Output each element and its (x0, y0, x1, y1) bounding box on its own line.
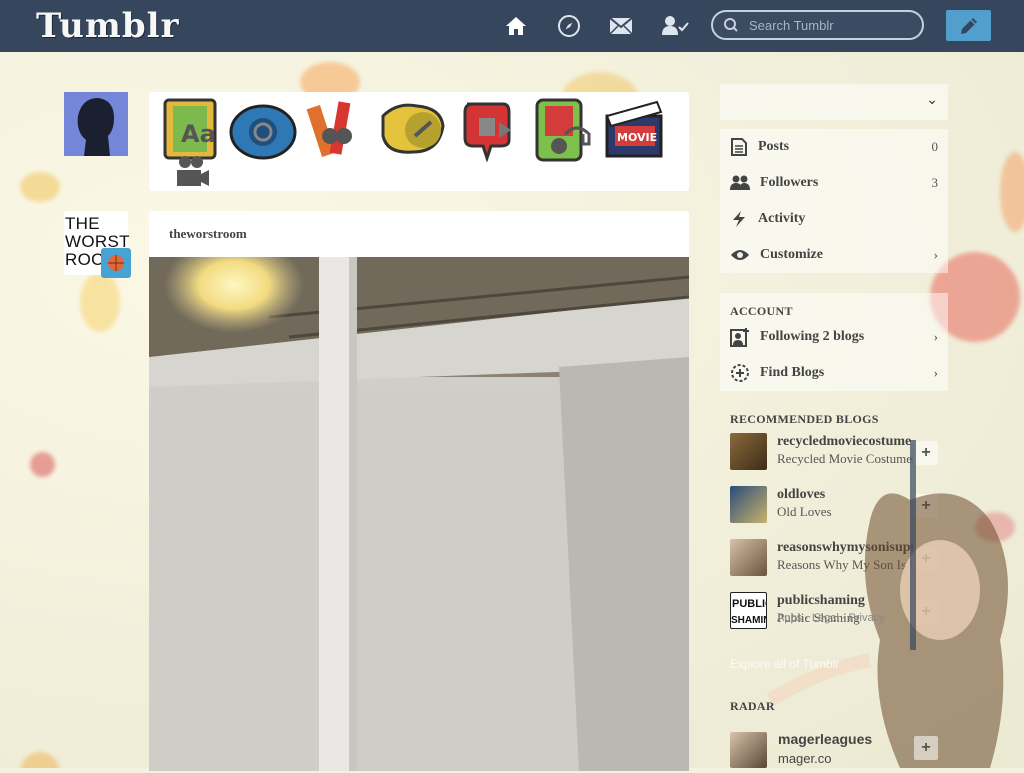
post-photo (149, 257, 689, 771)
chat-post-button[interactable] (457, 96, 521, 163)
sidebar-item-label: Posts (758, 139, 790, 154)
radar-post[interactable]: magerleagues mager.co + (720, 726, 948, 768)
following-icon (730, 328, 749, 347)
basketball-icon (101, 248, 131, 278)
svg-text:MOVIE: MOVIE (617, 131, 657, 144)
account-section: ACCOUNT Following 2 blogs › Find Blogs › (720, 293, 948, 391)
blog-thumbnail (730, 486, 767, 523)
radar-avatar (730, 732, 767, 768)
blog-thumbnail (730, 539, 767, 576)
sidebar-item-following[interactable]: Following 2 blogs › (720, 319, 948, 355)
recommended-blog[interactable]: reasonswhymysonisupset Reasons Why My So… (720, 533, 948, 586)
home-icon[interactable] (504, 14, 528, 38)
explore-link[interactable]: Explore all of Tumblr (730, 657, 839, 671)
radar-blog-name: magerleagues (778, 731, 873, 747)
lightning-icon (733, 211, 745, 227)
post-type-bar: Aa MOVIE (149, 92, 689, 191)
blog-title: Recycled Movie Costumes (777, 451, 913, 466)
follow-button[interactable]: + (914, 600, 938, 624)
blog-thumbnail: PUBLIC SHAMING (730, 592, 767, 629)
video-post-button[interactable]: MOVIE (603, 96, 667, 162)
compass-icon[interactable] (557, 14, 581, 38)
follow-button[interactable]: + (914, 736, 938, 760)
mail-icon[interactable] (609, 14, 633, 38)
followers-count: 3 (931, 175, 939, 190)
blog-name: publicshaming (777, 593, 865, 608)
svg-text:PUBLIC: PUBLIC (732, 598, 767, 610)
sidebar-item-label: Followers (760, 175, 819, 190)
posts-icon (731, 138, 747, 156)
tumblr-logo[interactable]: Tumblr (36, 6, 179, 46)
dashboard-post: theworstroom (149, 211, 689, 771)
posts-count: 0 (931, 139, 939, 154)
chevron-right-icon: › (933, 365, 938, 380)
quote-post-button[interactable] (304, 96, 368, 162)
link-post-button[interactable] (377, 96, 445, 162)
recommended-section: RECOMMENDED BLOGS recycledmoviecostume R… (720, 405, 948, 639)
search-input[interactable] (747, 16, 921, 34)
audio-post-button[interactable] (531, 96, 595, 162)
sidebar-item-activity[interactable]: Activity (720, 201, 948, 237)
follow-button[interactable]: + (914, 441, 938, 465)
follow-button[interactable]: + (914, 494, 938, 518)
photo-post-button[interactable] (229, 96, 297, 162)
follow-button[interactable]: + (914, 547, 938, 571)
blog-selector[interactable]: ⌄ (720, 84, 948, 120)
blog-name: reasonswhymysonisupset (777, 540, 913, 555)
eye-icon (731, 250, 749, 260)
sidebar-item-label: Find Blogs (760, 365, 825, 380)
blog-menu: Posts 0 Followers 3 Activity Customize › (720, 129, 948, 273)
sidebar-item-label: Following 2 blogs (760, 329, 865, 344)
footer-links[interactable]: Apps · Legal · Privacy (777, 612, 885, 624)
text-post-button[interactable]: Aa (159, 96, 223, 162)
chevron-down-icon: ⌄ (926, 92, 938, 108)
blog-title: Reasons Why My Son Is Upset (777, 557, 913, 572)
video-camera-icon (175, 154, 211, 193)
post-blog-name[interactable]: theworstroom (149, 211, 689, 257)
radar-heading: RADAR (730, 699, 775, 713)
search-icon (724, 18, 738, 32)
chevron-right-icon: › (933, 329, 938, 344)
recommended-heading: RECOMMENDED BLOGS (730, 412, 879, 426)
account-icon[interactable] (662, 14, 690, 38)
sidebar-item-label: Activity (758, 211, 806, 226)
sidebar-item-followers[interactable]: Followers 3 (720, 165, 948, 201)
search-box (711, 10, 924, 40)
sidebar-item-find-blogs[interactable]: Find Blogs › (720, 355, 948, 391)
blog-name: recycledmoviecostume (777, 434, 912, 449)
chevron-right-icon: › (933, 247, 938, 262)
svg-text:Aa: Aa (181, 120, 216, 148)
radar-blog-url: mager.co (778, 751, 832, 766)
followers-icon (730, 175, 750, 190)
account-heading: ACCOUNT (730, 304, 793, 318)
blog-title: Old Loves (777, 504, 832, 519)
find-blogs-icon (731, 364, 749, 382)
blog-name: oldloves (777, 487, 826, 502)
svg-text:SHAMING: SHAMING (731, 615, 767, 626)
user-avatar[interactable] (64, 92, 128, 156)
top-navbar: Tumblr (0, 0, 1024, 52)
sidebar-item-customize[interactable]: Customize › (720, 237, 948, 273)
recommended-blog[interactable]: oldloves Old Loves + (720, 480, 948, 533)
recommended-blog[interactable]: recycledmoviecostume Recycled Movie Cost… (720, 427, 948, 480)
sidebar-item-posts[interactable]: Posts 0 (720, 129, 948, 165)
pencil-icon (960, 17, 977, 34)
blog-avatar[interactable]: THE WORST ROO (64, 211, 131, 278)
sidebar-item-label: Customize (760, 247, 823, 262)
compose-button[interactable] (946, 10, 991, 41)
blog-thumbnail (730, 433, 767, 470)
sidebar: ⌄ Posts 0 Followers 3 Activity Customize… (720, 84, 948, 639)
